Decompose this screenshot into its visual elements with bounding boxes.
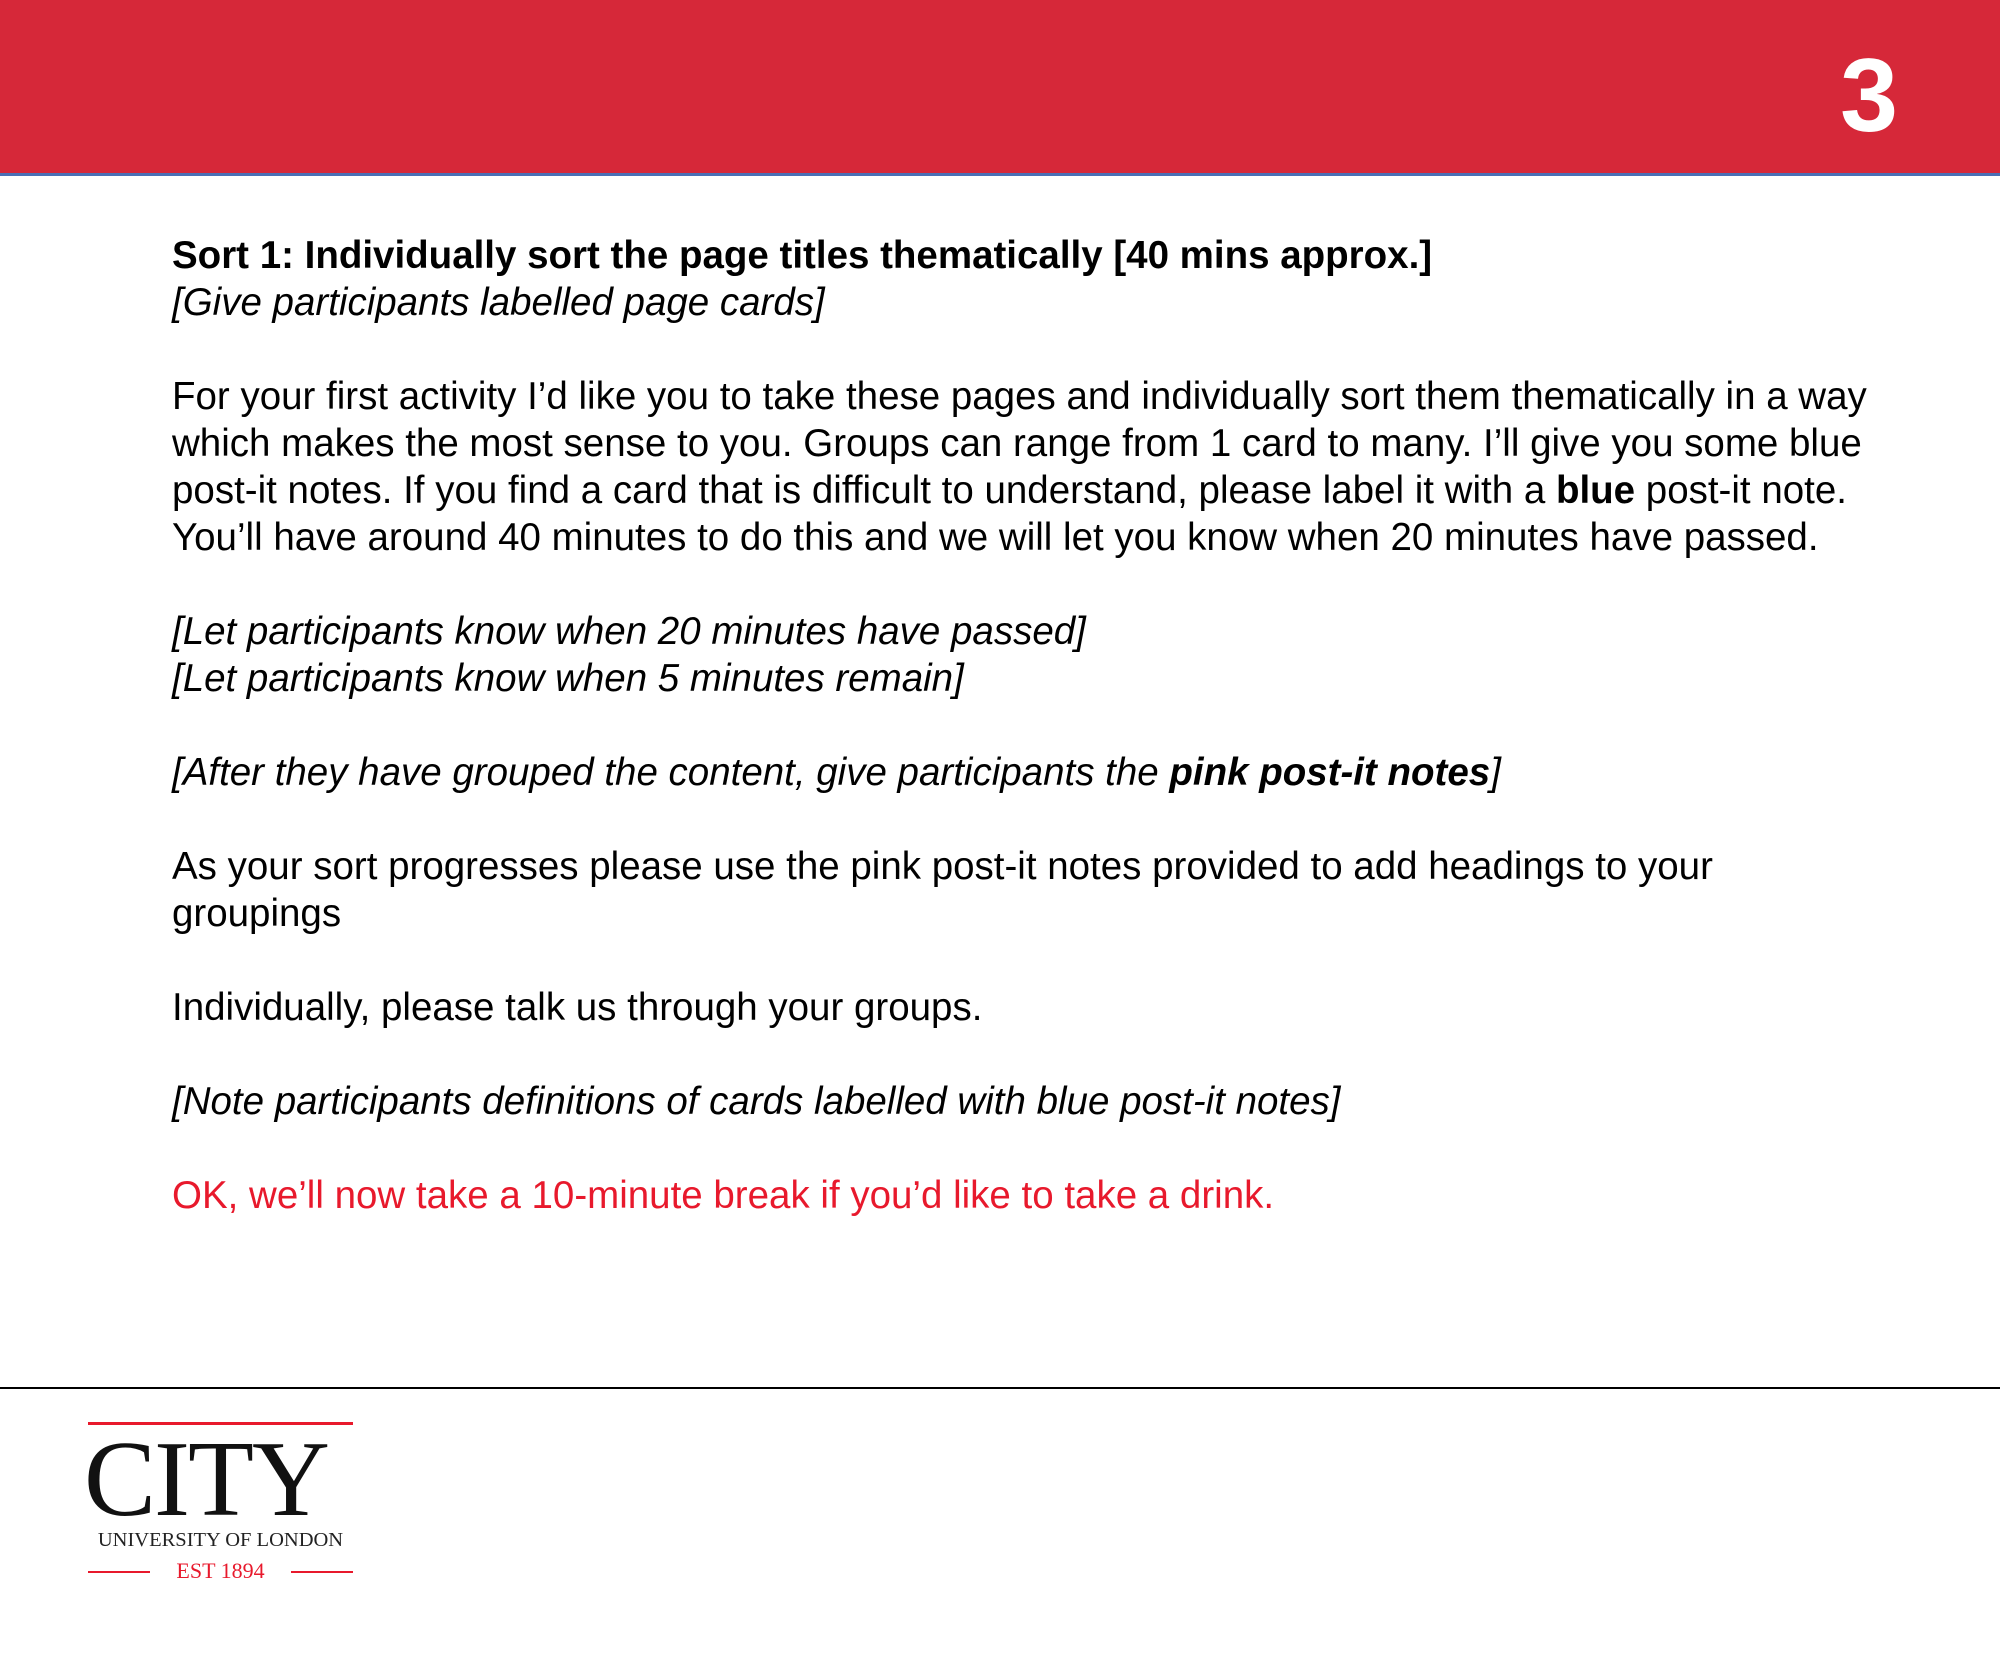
activity-paragraph: For your first activity I’d like you to … — [172, 373, 1872, 561]
instruction-20-minutes: [Let participants know when 20 minutes h… — [172, 610, 1086, 653]
logo-established-row: EST 1894 — [88, 1558, 353, 1584]
logo-est-rule-right — [291, 1571, 353, 1573]
document-body: Sort 1: Individually sort the page title… — [172, 232, 1872, 1219]
pink-instruction-text-end: ] — [1490, 751, 1501, 794]
pink-instruction-bold: pink post-it notes — [1169, 751, 1491, 794]
logo-wordmark: CITY — [84, 1420, 330, 1539]
headings-paragraph: As your sort progresses please use the p… — [172, 845, 1713, 935]
city-university-logo: CITY UNIVERSITY OF LONDON EST 1894 — [84, 1422, 353, 1584]
instruction-5-minutes: [Let participants know when 5 minutes re… — [172, 657, 964, 700]
pink-instruction-text-start: [After they have grouped the content, gi… — [172, 751, 1170, 794]
note-definitions-instruction: [Note participants definitions of cards … — [172, 1080, 1341, 1123]
logo-subtitle: UNIVERSITY OF LONDON — [97, 1529, 344, 1551]
pink-notes-instruction: [After they have grouped the content, gi… — [172, 749, 1872, 796]
header-bar: 3 — [0, 0, 2000, 176]
talk-through-paragraph: Individually, please talk us through you… — [172, 986, 983, 1029]
page-number: 3 — [1840, 38, 1898, 154]
footer-divider — [0, 1387, 2000, 1389]
section-heading: Sort 1: Individually sort the page title… — [172, 234, 1433, 277]
break-announcement: OK, we’ll now take a 10-minute break if … — [172, 1174, 1275, 1217]
activity-paragraph-bold: blue — [1555, 469, 1636, 512]
give-cards-instruction: [Give participants labelled page cards] — [172, 281, 825, 324]
